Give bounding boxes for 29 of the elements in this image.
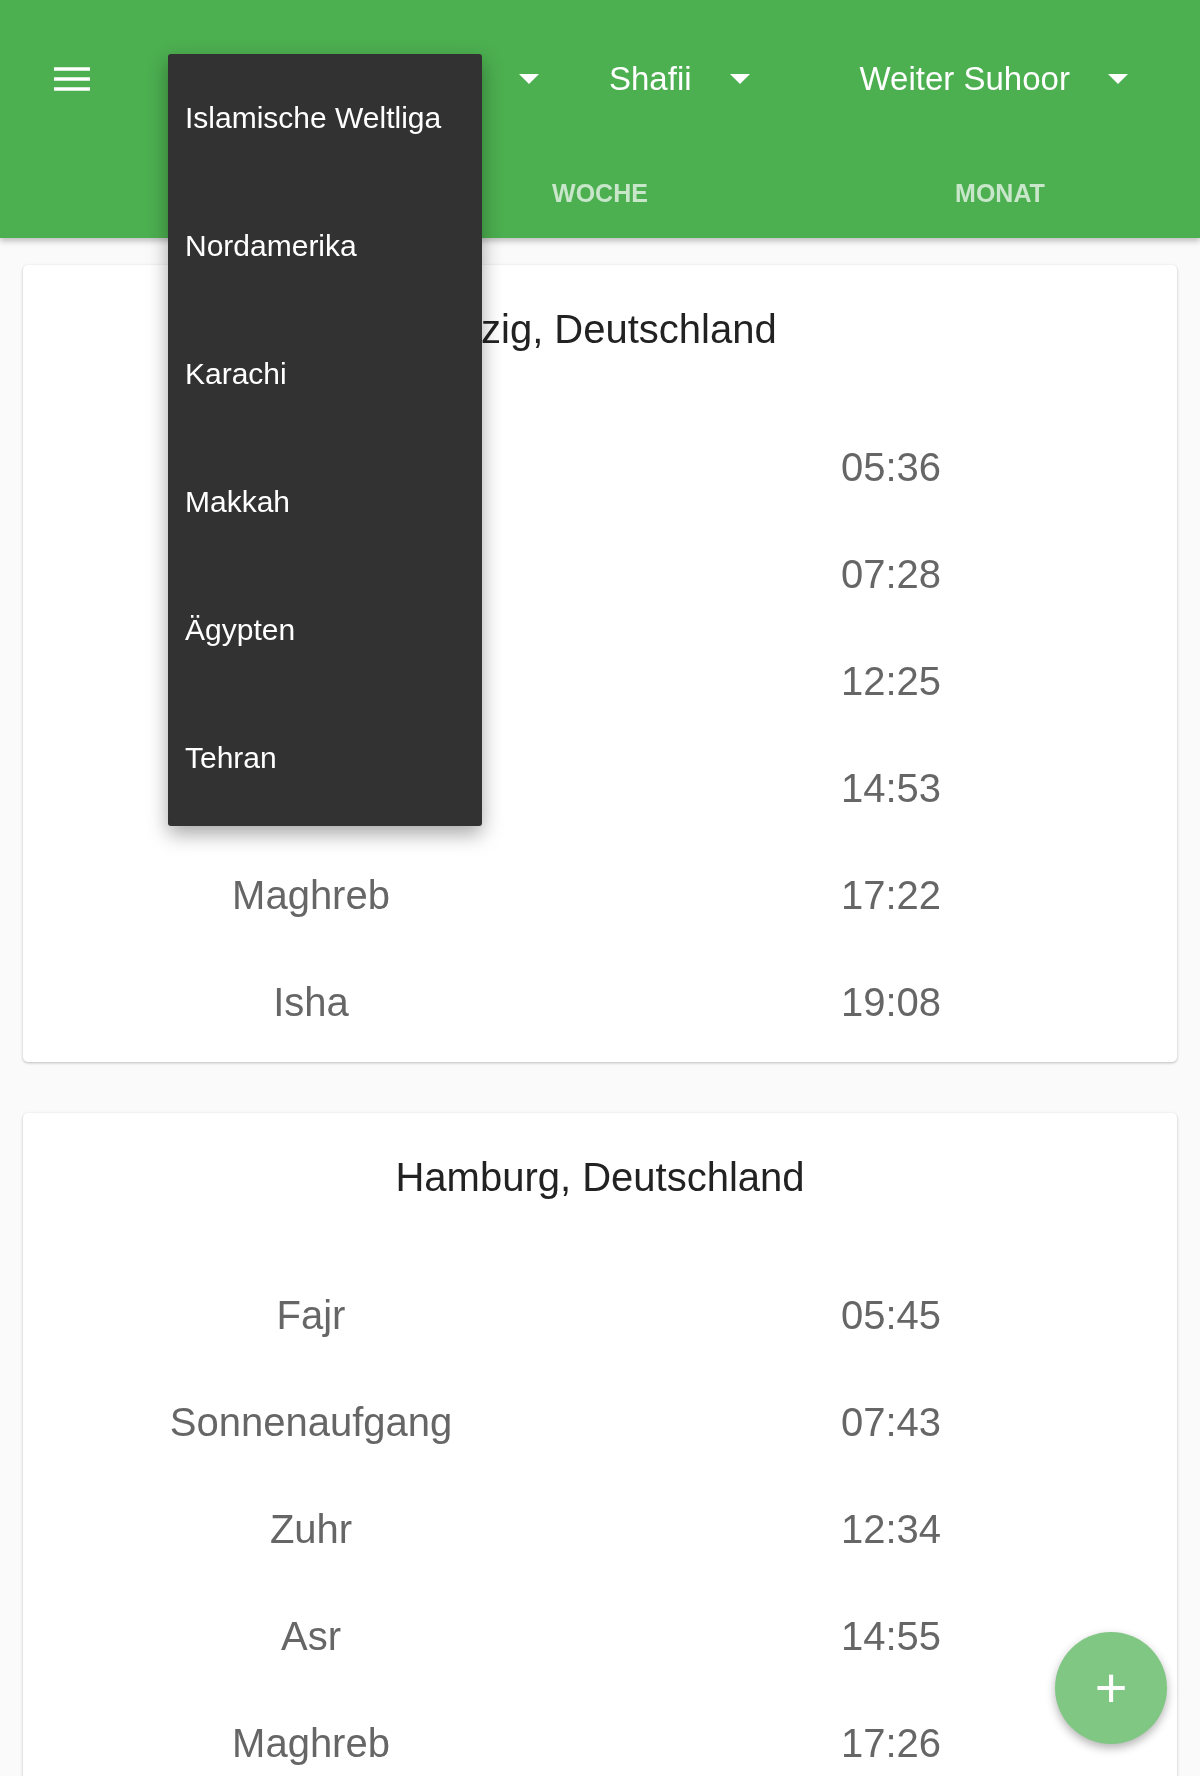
prayer-time: 19:08 [839,980,943,1025]
prayer-time: 12:34 [839,1507,943,1552]
caret-icon [729,74,750,84]
city-title: Hamburg, Deutschland [395,1155,805,1199]
prayer-time: 07:28 [839,552,943,597]
prayer-name: Maghreb [232,873,390,918]
prayer-time: 05:45 [839,1293,943,1338]
menu-icon[interactable] [52,64,92,94]
dropdown-caret[interactable] [519,74,539,84]
prayer-time: 17:22 [839,873,943,918]
prayer-name: Isha [273,980,349,1025]
prayer-time: 12:25 [839,659,943,704]
menu-item[interactable]: Tehran [168,694,482,822]
prayer-name: Maghreb [232,1721,390,1766]
prayer-name: Fajr [276,1293,346,1338]
prayer-time: 14:53 [839,766,943,811]
prayer-time: 14:55 [839,1614,943,1659]
menu-item[interactable]: Makkah [168,438,482,566]
prayer-name: Zuhr [269,1507,353,1552]
prayer-name: Sonnenaufgang [169,1400,453,1445]
caret-icon [1107,74,1128,84]
menu-item[interactable]: Ägypten [168,566,482,694]
city-title: zig, Deutschland [481,307,777,351]
caret-icon [519,74,539,84]
menu-item[interactable]: Karachi [168,310,482,438]
prayer-time: 17:26 [839,1721,943,1766]
prayer-time: 07:43 [839,1400,943,1445]
prayer-time: 05:36 [839,445,943,490]
prayer-name: Asr [281,1614,341,1659]
